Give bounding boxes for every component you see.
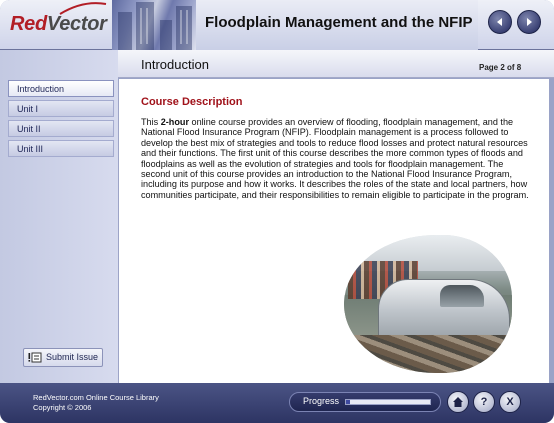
header-buildings-image [112,0,196,50]
home-button[interactable] [447,391,469,413]
logo-text-gray: Vector [46,13,107,35]
progress-fill [346,400,351,404]
desc-body: online course provides an overview of fl… [141,117,529,200]
desc-prefix: This [141,117,161,127]
exclamation-page-icon [28,352,42,363]
desc-duration: 2-hour [160,117,190,127]
sidebar-item-unit-3[interactable]: Unit III [8,140,114,157]
close-icon: X [506,396,514,408]
course-title: Floodplain Management and the NFIP [205,14,473,31]
help-button[interactable]: ? [473,391,495,413]
footer-library-text: RedVector.com Online Course Library [33,393,159,402]
right-arrow-icon [527,18,532,26]
sidebar-item-unit-1[interactable]: Unit I [8,100,114,117]
progress-label: Progress [303,396,340,406]
progress-bar [345,399,431,405]
question-icon: ? [480,396,488,408]
course-player-window: RedVector Floodplain Management and the … [0,0,554,423]
section-title: Introduction [141,57,209,72]
footer-copyright: Copyright © 2006 [33,403,92,412]
submit-issue-button[interactable]: Submit Issue [23,348,103,367]
left-arrow-icon [497,18,502,26]
submit-issue-label: Submit Issue [46,352,99,362]
home-icon [453,397,463,407]
sidebar: Introduction Unit I Unit II Unit III Sub… [0,50,118,383]
course-description-text: This 2-hour online course provides an ov… [141,117,533,200]
page-indicator: Page 2 of 8 [479,63,522,72]
exit-button[interactable]: X [499,391,521,413]
logo-swoosh-icon [59,2,107,15]
logo-text-red: Red [10,13,47,35]
sidebar-item-unit-2[interactable]: Unit II [8,120,114,137]
flood-photo [344,235,512,373]
course-description-heading: Course Description [141,96,243,108]
sidebar-item-introduction[interactable]: Introduction [8,80,114,97]
next-page-button[interactable] [517,10,541,34]
previous-page-button[interactable] [488,10,512,34]
